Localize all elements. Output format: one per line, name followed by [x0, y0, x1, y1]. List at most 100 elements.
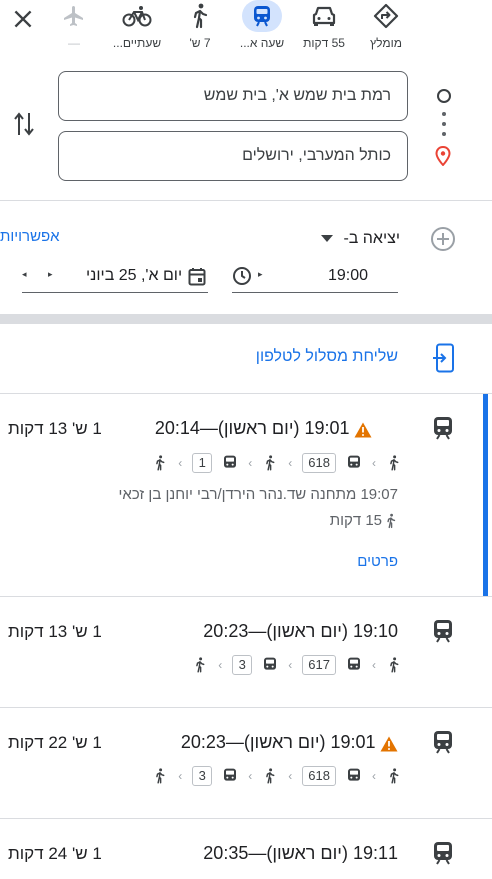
chevron-icon: ‹	[288, 456, 293, 470]
line-number-badge: 1	[192, 453, 213, 473]
time-underline	[232, 292, 398, 293]
chevron-icon: ‹	[248, 769, 253, 783]
bus-icon	[348, 657, 360, 670]
date-value: יום א', 25 ביוני	[86, 267, 183, 284]
train-icon	[434, 620, 452, 643]
walk-icon	[390, 768, 399, 784]
bus-icon	[224, 455, 237, 468]
route-duration: 1 ש' 13 דקות	[8, 419, 102, 438]
warning-icon	[380, 736, 398, 752]
send-to-phone-button[interactable]: שליחת מסלול לטלפון	[0, 340, 492, 378]
chevron-icon: ‹	[288, 658, 293, 672]
depart-label: יציאה ב-	[343, 230, 400, 247]
train-icon	[434, 417, 452, 440]
line-number-badge: 3	[232, 655, 253, 675]
origin-input[interactable]: רמת בית שמש א', בית שמש	[58, 71, 408, 121]
route-steps: ‹ 617 ‹ 3 ‹	[192, 654, 402, 676]
options-link[interactable]: אפשרויות	[0, 228, 70, 245]
mode-best-label: מומלץ	[370, 36, 402, 50]
chevron-icon: ‹	[178, 769, 183, 783]
calendar-icon	[188, 268, 206, 286]
route-option-4[interactable]: 19:11 (יום ראשון)—20:35 1 ש' 24 דקות	[0, 819, 492, 879]
line-number-badge: 617	[302, 655, 336, 675]
route-time-range: 19:11 (יום ראשון)—20:35	[203, 843, 398, 863]
mode-transit[interactable]: שעה א...	[235, 0, 289, 56]
route-times: 19:01 (יום ראשון)—20:23	[181, 732, 398, 753]
mode-flight[interactable]: —	[47, 0, 101, 56]
swap-button[interactable]	[12, 110, 36, 138]
mode-bike-label: שעתיים...	[112, 36, 162, 50]
route-option-2[interactable]: 19:10 (יום ראשון)—20:23 1 ש' 13 דקות ‹ 6…	[0, 597, 492, 707]
date-input[interactable]: ◂ ▸ יום א', 25 ביוני	[22, 262, 208, 292]
phone-send-icon	[433, 343, 454, 373]
bus-icon	[224, 768, 237, 781]
date-next-icon[interactable]: ▸	[48, 269, 53, 280]
route-duration: 1 ש' 13 דקות	[8, 622, 102, 641]
walk-icon	[266, 768, 275, 784]
route-dots-icon	[442, 112, 446, 138]
route-duration: 1 ש' 24 דקות	[8, 844, 102, 863]
swap-icon	[14, 112, 34, 136]
walk-duration: 15 דקות	[330, 512, 398, 529]
chevron-icon: ‹	[248, 456, 253, 470]
chevron-icon: ‹	[288, 769, 293, 783]
route-option-1[interactable]: 19:01 (יום ראשון)—20:14 1 ש' 13 דקות ‹ 6…	[0, 394, 492, 596]
send-to-phone-label: שליחת מסלול לטלפון	[255, 348, 398, 365]
close-button[interactable]	[10, 6, 36, 32]
details-link[interactable]: פרטים	[357, 553, 398, 570]
add-circle-icon	[431, 227, 455, 251]
mode-walk-label: 7 ש'	[189, 36, 211, 50]
line-number-badge: 3	[192, 766, 213, 786]
route-times: 19:01 (יום ראשון)—20:14	[155, 418, 372, 439]
train-icon	[434, 731, 452, 754]
mode-bike[interactable]: שעתיים...	[110, 0, 164, 56]
walk-icon	[156, 455, 165, 471]
date-prev-icon[interactable]: ◂	[22, 269, 27, 280]
mode-drive-label: 55 דקות	[303, 36, 345, 50]
bus-icon	[264, 657, 277, 670]
walk-icon	[390, 657, 399, 673]
walk-icon	[387, 513, 396, 528]
date-underline	[22, 292, 208, 293]
mode-transit-label: שעה א...	[239, 36, 285, 50]
origin-circle-icon	[437, 89, 451, 103]
route-option-3[interactable]: 19:01 (יום ראשון)—20:23 1 ש' 22 דקות ‹ 6…	[0, 708, 492, 818]
car-icon	[304, 0, 344, 32]
depart-selector[interactable]: יציאה ב-	[310, 228, 400, 250]
time-input[interactable]: ▸ 19:00	[232, 262, 398, 292]
destination-input[interactable]: כותל המערבי, ירושלים	[58, 131, 408, 181]
route-time-range: 19:10 (יום ראשון)—20:23	[203, 621, 398, 641]
chevron-icon: ‹	[372, 456, 376, 470]
walk-icon	[196, 657, 205, 673]
walk-icon	[156, 768, 165, 784]
close-icon	[14, 10, 32, 28]
route-time-range: 19:01 (יום ראשון)—20:14	[154, 418, 350, 438]
bus-icon	[348, 768, 360, 781]
bus-icon	[348, 455, 360, 468]
route-duration: 1 ש' 22 דקות	[8, 733, 102, 752]
add-stop-button[interactable]	[430, 226, 456, 252]
time-stepper-icon: ▸	[258, 269, 263, 279]
mode-walk[interactable]: 7 ש'	[173, 0, 227, 56]
chevron-icon: ‹	[218, 658, 223, 672]
line-number-badge: 618	[302, 453, 336, 473]
walk-duration-text: 15 דקות	[329, 512, 382, 529]
destination-pin-icon	[435, 146, 451, 166]
route-steps: ‹ 618 ‹ ‹ 3 ‹	[152, 765, 402, 787]
chevron-icon: ‹	[372, 658, 376, 672]
clock-icon	[233, 267, 251, 285]
walk-icon	[180, 0, 220, 32]
route-time-range: 19:01 (יום ראשון)—20:23	[180, 732, 376, 752]
header-divider	[0, 200, 492, 201]
warning-icon	[354, 422, 372, 438]
directions-icon	[366, 0, 406, 32]
train-icon	[434, 842, 452, 865]
train-icon	[242, 0, 282, 32]
bike-icon	[117, 0, 157, 32]
chevron-icon: ‹	[178, 456, 183, 470]
route-departure-detail: 19:07 מתחנה שד.נהר הירדן/רבי יוחנן בן זכ…	[118, 486, 398, 503]
mode-best[interactable]: מומלץ	[359, 0, 413, 56]
route-steps: ‹ 618 ‹ ‹ 1 ‹	[152, 452, 402, 474]
mode-drive[interactable]: 55 דקות	[297, 0, 351, 56]
line-number-badge: 618	[302, 766, 336, 786]
